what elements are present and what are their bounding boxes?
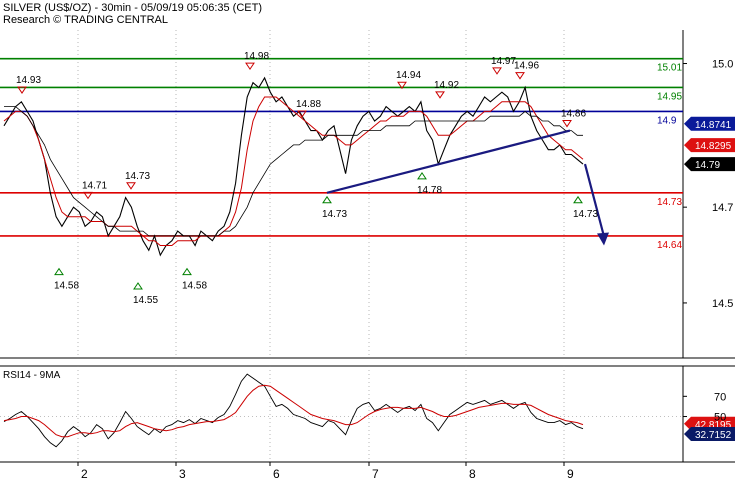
low-marker <box>182 267 192 276</box>
rsi-y-tick-label: 70 <box>714 391 726 403</box>
price-tag-text: 14.8295 <box>695 141 732 152</box>
high-label: 14.94 <box>396 70 421 81</box>
research-credit: Research © TRADING CENTRAL <box>3 14 168 26</box>
high-label: 14.88 <box>296 99 321 110</box>
rsi-tag-text: 32.7152 <box>695 430 732 441</box>
projection-arrow-head <box>597 232 609 246</box>
high-marker <box>562 120 572 128</box>
x-tick-label: 3 <box>179 467 186 480</box>
trend-annotations <box>326 129 609 246</box>
price-tag-text: 14.8741 <box>695 120 732 131</box>
low-marker <box>54 267 64 276</box>
peak-markers: 14.93 14.71 14.73 14.98 14.88 14.94 14.92 14.97… <box>16 51 598 306</box>
series-price <box>3 76 584 257</box>
high-label: 14.96 <box>514 61 539 72</box>
y-tick-label: 15.0 <box>712 59 733 71</box>
price-tags: 14.874114.829514.7942.819532.7152 <box>684 116 735 441</box>
high-marker <box>245 62 255 70</box>
high-marker <box>435 91 445 99</box>
low-label: 14.73 <box>573 209 598 220</box>
rsi-title: RSI14 - 9MA <box>3 370 61 381</box>
price-tag-text: 14.79 <box>695 160 720 171</box>
x-tick-label: 9 <box>567 467 574 480</box>
high-marker <box>126 182 136 190</box>
high-marker <box>515 72 525 80</box>
price-series <box>3 76 584 257</box>
rsi-panel: RSI14 - 9MA 70 50 <box>0 370 726 448</box>
high-label: 14.86 <box>561 109 586 120</box>
rsi-y-tick-label: 50 <box>714 412 726 424</box>
x-tick-label: 7 <box>372 467 379 480</box>
high-marker <box>492 67 502 75</box>
y-tick-label: 14.7 <box>712 202 733 214</box>
low-marker <box>133 282 143 290</box>
low-label: 14.55 <box>133 295 158 306</box>
high-label: 14.93 <box>16 75 41 86</box>
high-label: 14.97 <box>491 56 516 67</box>
projection-arrow-shaft <box>583 163 606 237</box>
low-label: 14.58 <box>182 281 207 292</box>
high-label: 14.92 <box>434 80 459 91</box>
level-label: 15.01 <box>657 63 682 74</box>
chart-root: 15.01 14.95 14.9 14.73 14.64 14.93 14.71 14.73… <box>0 0 735 481</box>
level-label: 14.64 <box>657 240 682 251</box>
series-rsi-ma <box>3 384 584 438</box>
high-label: 14.71 <box>82 180 107 191</box>
series-rsi <box>3 373 584 448</box>
x-tick-label: 6 <box>273 467 280 480</box>
low-label: 14.73 <box>322 209 347 220</box>
low-marker <box>573 195 583 204</box>
y-tick-label: 14.5 <box>712 298 733 310</box>
series-ma-slow <box>4 106 583 237</box>
level-label: 14.9 <box>657 115 677 126</box>
high-label: 14.73 <box>125 171 150 182</box>
low-marker <box>417 171 427 180</box>
chart-svg: 15.0114.9514.914.7314.64 14.9314.7114.73… <box>0 30 735 481</box>
x-tick-label: 2 <box>81 467 88 480</box>
x-tick-label: 8 <box>469 467 476 480</box>
level-label: 14.95 <box>657 91 682 102</box>
level-label: 14.73 <box>657 197 682 208</box>
low-marker <box>322 195 332 204</box>
series-ma-fast <box>3 96 584 246</box>
chart-title: SILVER (US$/OZ) - 30min - 05/09/19 05:06… <box>3 2 263 14</box>
high-label: 14.98 <box>244 51 269 62</box>
low-label: 14.78 <box>417 185 442 196</box>
low-label: 14.58 <box>54 281 79 292</box>
